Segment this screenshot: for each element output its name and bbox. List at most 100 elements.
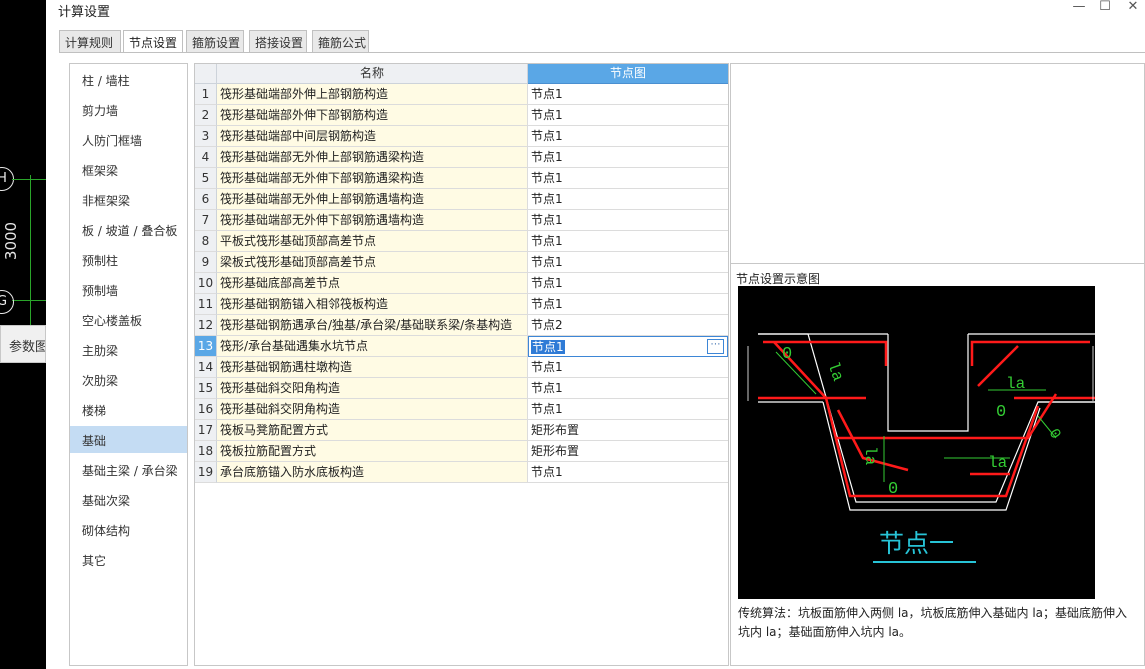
table-row[interactable]: 16 筏形基础斜交阴角构造 节点1 [195,399,728,420]
row-number[interactable]: 9 [195,252,217,273]
node-value-cell[interactable]: 节点1 [528,168,728,189]
setting-name-cell: 筏形基础钢筋遇承台/独基/承台梁/基础联系梁/条基构造 [217,315,528,336]
category-item[interactable]: 非框架梁 [70,186,187,213]
tab-lap-settings[interactable]: 搭接设置 [249,30,307,52]
row-number[interactable]: 14 [195,357,217,378]
node-value-cell[interactable]: 节点1 [528,378,728,399]
table-row[interactable]: 3 筏形基础端部中间层钢筋构造 节点1 [195,126,728,147]
close-button[interactable]: ✕ [1123,0,1143,16]
row-number[interactable]: 4 [195,147,217,168]
category-item[interactable]: 预制墙 [70,276,187,303]
row-number[interactable]: 15 [195,378,217,399]
table-row[interactable]: 4 筏形基础端部无外伸上部钢筋遇梁构造 节点1 [195,147,728,168]
table-row[interactable]: 13 筏形/承台基础遇集水坑节点 节点1 ⋯ [195,336,728,357]
tab-calc-rules[interactable]: 计算规则 [59,30,121,52]
maximize-button[interactable]: ☐ [1095,0,1115,16]
node-value-cell[interactable]: 节点1 [528,294,728,315]
table-row[interactable]: 18 筏板拉筋配置方式 矩形布置 [195,441,728,462]
title-bar: 计算设置 — ☐ ✕ [46,0,1145,22]
setting-name-cell: 筏形/承台基础遇集水坑节点 [217,336,528,357]
table-row[interactable]: 1 筏形基础端部外伸上部钢筋构造 节点1 [195,84,728,105]
row-number[interactable]: 1 [195,84,217,105]
table-row[interactable]: 11 筏形基础钢筋锚入相邻筏板构造 节点1 [195,294,728,315]
table-row[interactable]: 10 筏形基础底部高差节点 节点1 [195,273,728,294]
category-item[interactable]: 砌体结构 [70,516,187,543]
node-value-cell[interactable]: 节点1 [528,210,728,231]
table-row[interactable]: 8 平板式筏形基础顶部高差节点 节点1 [195,231,728,252]
row-number[interactable]: 5 [195,168,217,189]
row-number[interactable]: 8 [195,231,217,252]
table-row[interactable]: 9 梁板式筏形基础顶部高差节点 节点1 [195,252,728,273]
table-row[interactable]: 2 筏形基础端部外伸下部钢筋构造 节点1 [195,105,728,126]
tab-panel: 柱 / 墙柱 剪力墙 人防门框墙 框架梁 非框架梁 板 / 坡道 / 叠合板 预… [59,52,1145,669]
row-number[interactable]: 6 [195,189,217,210]
column-header-name[interactable]: 名称 [217,64,528,84]
node-value-cell[interactable]: 节点1 [528,273,728,294]
node-value-cell[interactable]: 节点1 [528,231,728,252]
category-item[interactable]: 主肋梁 [70,336,187,363]
node-value-cell[interactable]: 节点1 [528,462,728,483]
tab-stirrup-formula[interactable]: 箍筋公式 [312,30,369,52]
row-number[interactable]: 16 [195,399,217,420]
row-number[interactable]: 7 [195,210,217,231]
table-row[interactable]: 12 筏形基础钢筋遇承台/独基/承台梁/基础联系梁/条基构造 节点2 [195,315,728,336]
category-item[interactable]: 基础次梁 [70,486,187,513]
node-value-cell[interactable]: 节点1 [528,84,728,105]
row-number[interactable]: 3 [195,126,217,147]
table-row[interactable]: 6 筏形基础端部无外伸上部钢筋遇墙构造 节点1 [195,189,728,210]
node-value-cell[interactable]: 节点1 [528,147,728,168]
dialog-title: 计算设置 [58,5,111,20]
component-category-list: 柱 / 墙柱 剪力墙 人防门框墙 框架梁 非框架梁 板 / 坡道 / 叠合板 预… [69,63,188,666]
tab-node-settings[interactable]: 节点设置 [123,30,183,53]
category-item[interactable]: 空心楼盖板 [70,306,187,333]
minimize-button[interactable]: — [1069,0,1089,16]
category-item[interactable]: 其它 [70,546,187,573]
preview-description: 传统算法：坑板面筋伸入两侧 la，坑板底筋伸入基础内 la；基础底筋伸入坑内 l… [738,606,1128,639]
column-header-node-diagram[interactable]: 节点图 [528,64,728,84]
table-row[interactable]: 17 筏板马凳筋配置方式 矩形布置 [195,420,728,441]
row-number[interactable]: 13 [195,336,217,357]
node-value-selected-text[interactable]: 节点1 [531,340,565,354]
node-value-cell[interactable]: 节点1 [528,399,728,420]
category-item[interactable]: 预制柱 [70,246,187,273]
table-row[interactable]: 19 承台底筋锚入防水底板构造 节点1 [195,462,728,483]
node-value-cell[interactable]: 节点1 [528,252,728,273]
node-value-cell[interactable]: 节点1 [528,357,728,378]
category-item[interactable]: 人防门框墙 [70,126,187,153]
tab-stirrup-settings[interactable]: 箍筋设置 [186,30,244,52]
node-value-cell[interactable]: 节点1 [528,105,728,126]
table-row[interactable]: 7 筏形基础端部无外伸下部钢筋遇墙构造 节点1 [195,210,728,231]
node-value-editor[interactable]: 节点1 ⋯ [528,336,728,357]
setting-name-cell: 筏形基础斜交阳角构造 [217,378,528,399]
grid-corner-cell [195,64,217,84]
row-number[interactable]: 11 [195,294,217,315]
node-value-cell[interactable]: 节点2 [528,315,728,336]
node-value-cell[interactable]: 节点1 [528,189,728,210]
category-item[interactable]: 柱 / 墙柱 [70,66,187,93]
axis-bubble-g: G [0,290,14,314]
row-number[interactable]: 19 [195,462,217,483]
preview-blank-area [731,64,1144,264]
node-value-cell[interactable]: 矩形布置 [528,420,728,441]
dim-label-la: la [1006,375,1026,393]
category-item[interactable]: 框架梁 [70,156,187,183]
category-item[interactable]: 板 / 坡道 / 叠合板 [70,216,187,243]
ellipsis-button[interactable]: ⋯ [707,339,724,354]
row-number[interactable]: 18 [195,441,217,462]
row-number[interactable]: 10 [195,273,217,294]
category-item[interactable]: 基础主梁 / 承台梁 [70,456,187,483]
table-row[interactable]: 15 筏形基础斜交阳角构造 节点1 [195,378,728,399]
category-item-selected[interactable]: 基础 [70,426,187,453]
row-number[interactable]: 17 [195,420,217,441]
param-diagram-tab[interactable]: 参数图 [0,325,46,363]
row-number[interactable]: 2 [195,105,217,126]
table-row[interactable]: 5 筏形基础端部无外伸下部钢筋遇梁构造 节点1 [195,168,728,189]
node-value-cell[interactable]: 节点1 [528,126,728,147]
table-row[interactable]: 14 筏形基础钢筋遇柱墩构造 节点1 [195,357,728,378]
category-item[interactable]: 次肋梁 [70,366,187,393]
category-item[interactable]: 楼梯 [70,396,187,423]
setting-name-cell: 筏形基础端部外伸下部钢筋构造 [217,105,528,126]
node-value-cell[interactable]: 矩形布置 [528,441,728,462]
category-item[interactable]: 剪力墙 [70,96,187,123]
row-number[interactable]: 12 [195,315,217,336]
